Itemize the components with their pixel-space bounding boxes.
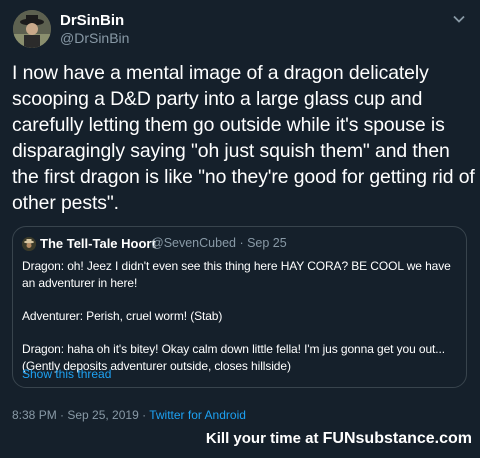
watermark-fun: FUN (322, 430, 356, 447)
watermark-lead: Kill your time at (205, 430, 323, 447)
author-handle[interactable]: @DrSinBin (60, 30, 129, 46)
quoted-display-name: The Tell-Tale Hoort (40, 236, 156, 251)
timestamp[interactable]: 8:38 PM · Sep 25, 2019 · (12, 408, 149, 422)
watermark: Kill your time at FUNsubstance.com (206, 430, 472, 448)
source-link[interactable]: Twitter for Android (149, 408, 246, 422)
tweet-meta: 8:38 PM · Sep 25, 2019 · Twitter for And… (12, 408, 246, 422)
quoted-line: Adventurer: Perish, cruel worm! (Stab) (22, 309, 223, 323)
avatar-image (13, 10, 51, 48)
quoted-line: Dragon: oh! Jeez I didn't even see this … (22, 259, 451, 290)
chevron-down-icon[interactable] (452, 12, 466, 26)
quoted-handle-date: @SevenCubed · Sep 25 (151, 236, 287, 250)
author-display-name[interactable]: DrSinBin (60, 12, 124, 29)
avatar[interactable] (13, 10, 51, 48)
quoted-tweet[interactable]: The Tell-Tale Hoort @SevenCubed · Sep 25… (12, 226, 467, 388)
quoted-text: Dragon: oh! Jeez I didn't even see this … (22, 258, 464, 375)
show-thread-link[interactable]: Show this thread (22, 367, 111, 381)
quoted-avatar (22, 237, 36, 251)
tweet-text: I now have a mental image of a dragon de… (12, 62, 475, 214)
quoted-avatar-image (22, 237, 36, 251)
watermark-sub: substance.com (355, 430, 472, 447)
